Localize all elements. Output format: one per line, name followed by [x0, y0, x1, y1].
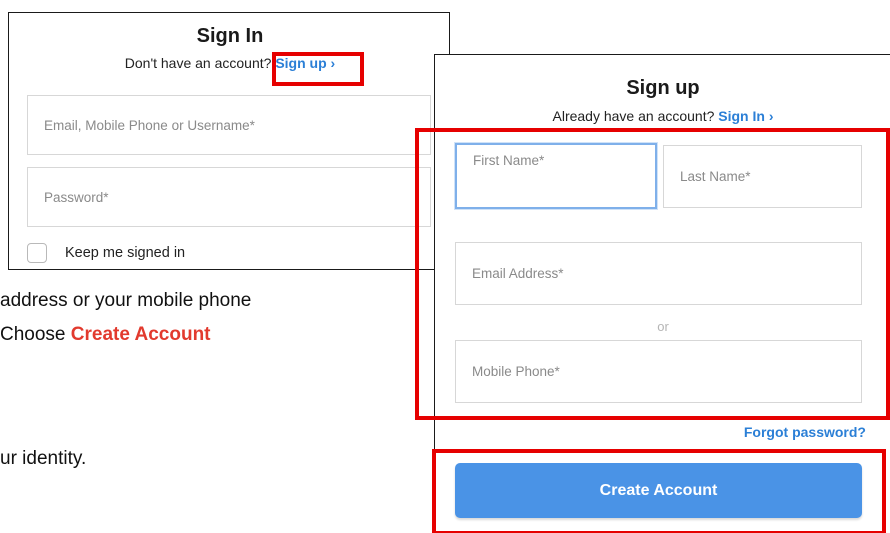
keep-signed-in-label: Keep me signed in: [65, 245, 186, 261]
sign-in-prompt-text: Don't have an account?: [124, 55, 272, 71]
keep-signed-in-row: Keep me signed in: [27, 243, 185, 263]
highlight-sign-up-fields: [415, 128, 890, 420]
sign-up-prompt-text: Already have an account?: [552, 108, 715, 124]
sign-up-prompt: Already have an account? Sign In ›: [435, 108, 890, 124]
highlight-sign-up-link: [272, 52, 364, 86]
password-field[interactable]: Password*: [27, 167, 431, 227]
instruction-text-prefix: Choose: [0, 324, 71, 345]
forgot-password-link[interactable]: Forgot password?: [744, 424, 866, 440]
instruction-text-line-3: ur identity.: [0, 448, 87, 469]
keep-signed-in-checkbox[interactable]: [27, 243, 47, 263]
instruction-text-line-2: Choose Create Account: [0, 324, 211, 346]
sign-up-title: Sign up: [626, 77, 700, 99]
password-placeholder: Password*: [44, 189, 109, 205]
sign-in-panel: Sign In Don't have an account? Sign up ›…: [8, 12, 450, 270]
sign-in-link[interactable]: Sign In ›: [718, 108, 773, 124]
username-field[interactable]: Email, Mobile Phone or Username*: [27, 95, 431, 155]
instruction-text-line-1: address or your mobile phone: [0, 290, 252, 311]
sign-in-prompt: Don't have an account? Sign up ›: [9, 55, 449, 71]
username-placeholder: Email, Mobile Phone or Username*: [44, 117, 255, 133]
instruction-highlight: Create Account: [70, 324, 211, 345]
highlight-create-account-button: [432, 449, 886, 533]
sign-in-title: Sign In: [196, 25, 264, 47]
